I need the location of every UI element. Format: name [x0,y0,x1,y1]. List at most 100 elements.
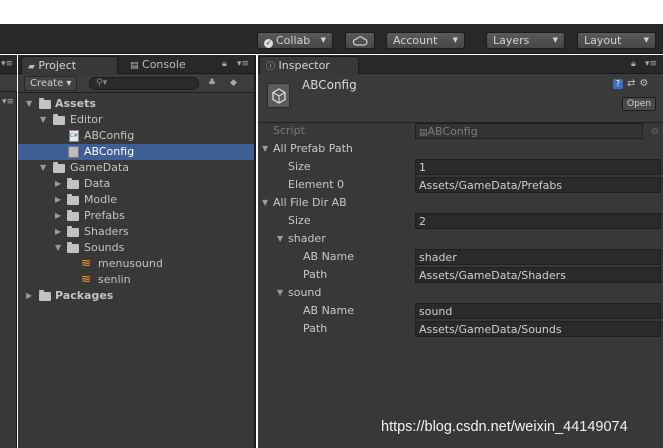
tree-item-assets[interactable]: ▼ Assets [18,96,254,112]
tab-project-label: Project [38,59,77,72]
tab-console[interactable]: ▤ Console [124,56,214,74]
project-tab-bar: ▰ Project ▤ Console 🔒︎ ▾≡ [18,55,254,74]
tree-item-prefabs[interactable]: ▶ Prefabs [18,208,254,224]
folder-icon [67,194,79,205]
layout-button[interactable]: Layout ▼ [577,32,656,49]
label-filter-icon[interactable]: ◆ [230,78,237,88]
collapse-arrow-icon[interactable]: ▾≡ [2,97,14,107]
tree-label: Shaders [84,225,129,238]
all-prefab-path-foldout[interactable]: ▼ All Prefab Path [258,140,663,158]
element0-field[interactable]: Assets/GameData/Prefabs [415,177,661,193]
fold-open-icon[interactable]: ▼ [40,112,46,128]
tree-label: Data [84,177,111,190]
fold-open-icon[interactable]: ▼ [26,96,32,112]
left-tab-bar: ▾≡ [0,55,17,74]
script-value: ABConfig [427,125,478,138]
prefab-size-field[interactable]: 1 [415,159,661,175]
fold-open-icon[interactable]: ▼ [262,194,268,212]
tree-label: Sounds [84,241,125,254]
shader-path-property: Path Assets/GameData/Shaders [258,266,663,284]
ab-name-label: AB Name [303,250,355,263]
size-label: Size [288,214,311,227]
open-button[interactable]: Open [622,97,657,111]
tree-label: Modle [84,193,118,206]
filter-type-icon[interactable]: ♣ [208,78,216,88]
lock-icon[interactable]: 🔒︎ [631,59,636,69]
chevron-down-icon: ▼ [552,36,558,44]
tab-console-label: Console [142,58,186,71]
fold-open-icon[interactable]: ▼ [277,230,283,248]
gear-icon[interactable]: ⚙ [639,78,648,89]
search-icon: ⚲▾ [96,78,108,88]
tree-item-modle[interactable]: ▶ Modle [18,192,254,208]
folder-icon [67,226,79,237]
tab-inspector[interactable]: ⓘ Inspector [259,56,359,74]
tree-label: GameData [70,161,130,174]
fold-open-icon[interactable]: ▼ [40,160,46,176]
sound-foldout-label: sound [288,286,322,299]
csharp-script-icon: ▤ [419,128,428,138]
preset-icon[interactable]: ⇄ [627,78,635,89]
element0-property: Element 0 Assets/GameData/Prefabs [258,176,663,194]
tree-item-shaders[interactable]: ▶ Shaders [18,224,254,240]
create-button[interactable]: Create ▾ [24,76,78,91]
left-sub-bar [0,75,17,92]
tree-item-senlin[interactable]: ≋ senlin [18,272,254,288]
tree-label: Packages [55,289,114,302]
shader-foldout-label: shader [288,232,326,245]
search-input[interactable]: ⚲▾ [89,77,199,90]
tree-label: ABConfig [84,145,135,158]
tree-label: Editor [70,113,103,126]
dir-size-property: Size 2 [258,212,663,230]
tree-item-abconfig-script[interactable]: C# ABConfig [18,128,254,144]
fold-closed-icon[interactable]: ▶ [55,176,61,192]
left-panel-strip: ▾≡ ▾≡ [0,55,17,448]
project-panel: ▰ Project ▤ Console 🔒︎ ▾≡ Create ▾ ⚲▾ ♣ … [18,55,256,448]
layout-label: Layout [584,34,622,47]
prefab-size-property: Size 1 [258,158,663,176]
fold-closed-icon[interactable]: ▶ [55,208,61,224]
sound-ab-name-field[interactable]: sound [415,303,661,319]
panel-menu-icon[interactable]: ▾≡ [1,59,13,69]
header-icons: ? ⇄ ⚙ [613,78,648,89]
ab-name-label: AB Name [303,304,355,317]
folder-icon [53,114,65,125]
sound-path-field[interactable]: Assets/GameData/Sounds [415,321,661,337]
sound-foldout[interactable]: ▼ sound [258,284,663,302]
tree-item-gamedata[interactable]: ▼ GameData [18,160,254,176]
tree-item-sounds[interactable]: ▼ Sounds [18,240,254,256]
tree-item-menusound[interactable]: ≋ menusound [18,256,254,272]
fold-closed-icon[interactable]: ▶ [26,288,32,304]
fold-closed-icon[interactable]: ▶ [55,224,61,240]
folder-icon [67,210,79,221]
collab-button[interactable]: ✓ Collab ▼ [257,32,333,49]
shader-path-field[interactable]: Assets/GameData/Shaders [415,267,661,283]
dir-size-field[interactable]: 2 [415,213,661,229]
shader-foldout[interactable]: ▼ shader [258,230,663,248]
all-file-dir-ab-foldout[interactable]: ▼ All File Dir AB [258,194,663,212]
tree-item-abconfig-asset[interactable]: ABConfig [18,144,254,160]
tree-item-editor[interactable]: ▼ Editor [18,112,254,128]
folder-icon: ▰ [28,62,35,72]
lock-icon[interactable]: 🔒︎ [222,59,227,69]
fold-closed-icon[interactable]: ▶ [55,192,61,208]
shader-ab-name-field[interactable]: shader [415,249,661,265]
layers-button[interactable]: Layers ▼ [486,32,565,49]
fold-open-icon[interactable]: ▼ [55,240,61,256]
help-icon[interactable]: ? [613,79,623,89]
tree-item-packages[interactable]: ▶ Packages [18,288,254,304]
panel-menu-icon[interactable]: ▾≡ [645,59,657,69]
tab-project[interactable]: ▰ Project [21,56,118,74]
fold-open-icon[interactable]: ▼ [277,284,283,302]
fold-open-icon[interactable]: ▼ [262,140,268,158]
all-file-dir-ab-label: All File Dir AB [273,196,347,209]
account-button[interactable]: Account ▼ [386,32,465,49]
account-label: Account [393,34,438,47]
cloud-icon [352,36,368,46]
path-label: Path [303,268,328,281]
folder-icon [67,178,79,189]
tree-item-data[interactable]: ▶ Data [18,176,254,192]
panel-menu-icon[interactable]: ▾≡ [237,59,249,69]
object-picker-icon[interactable]: ⊙ [651,123,659,141]
cloud-button[interactable] [345,32,375,49]
